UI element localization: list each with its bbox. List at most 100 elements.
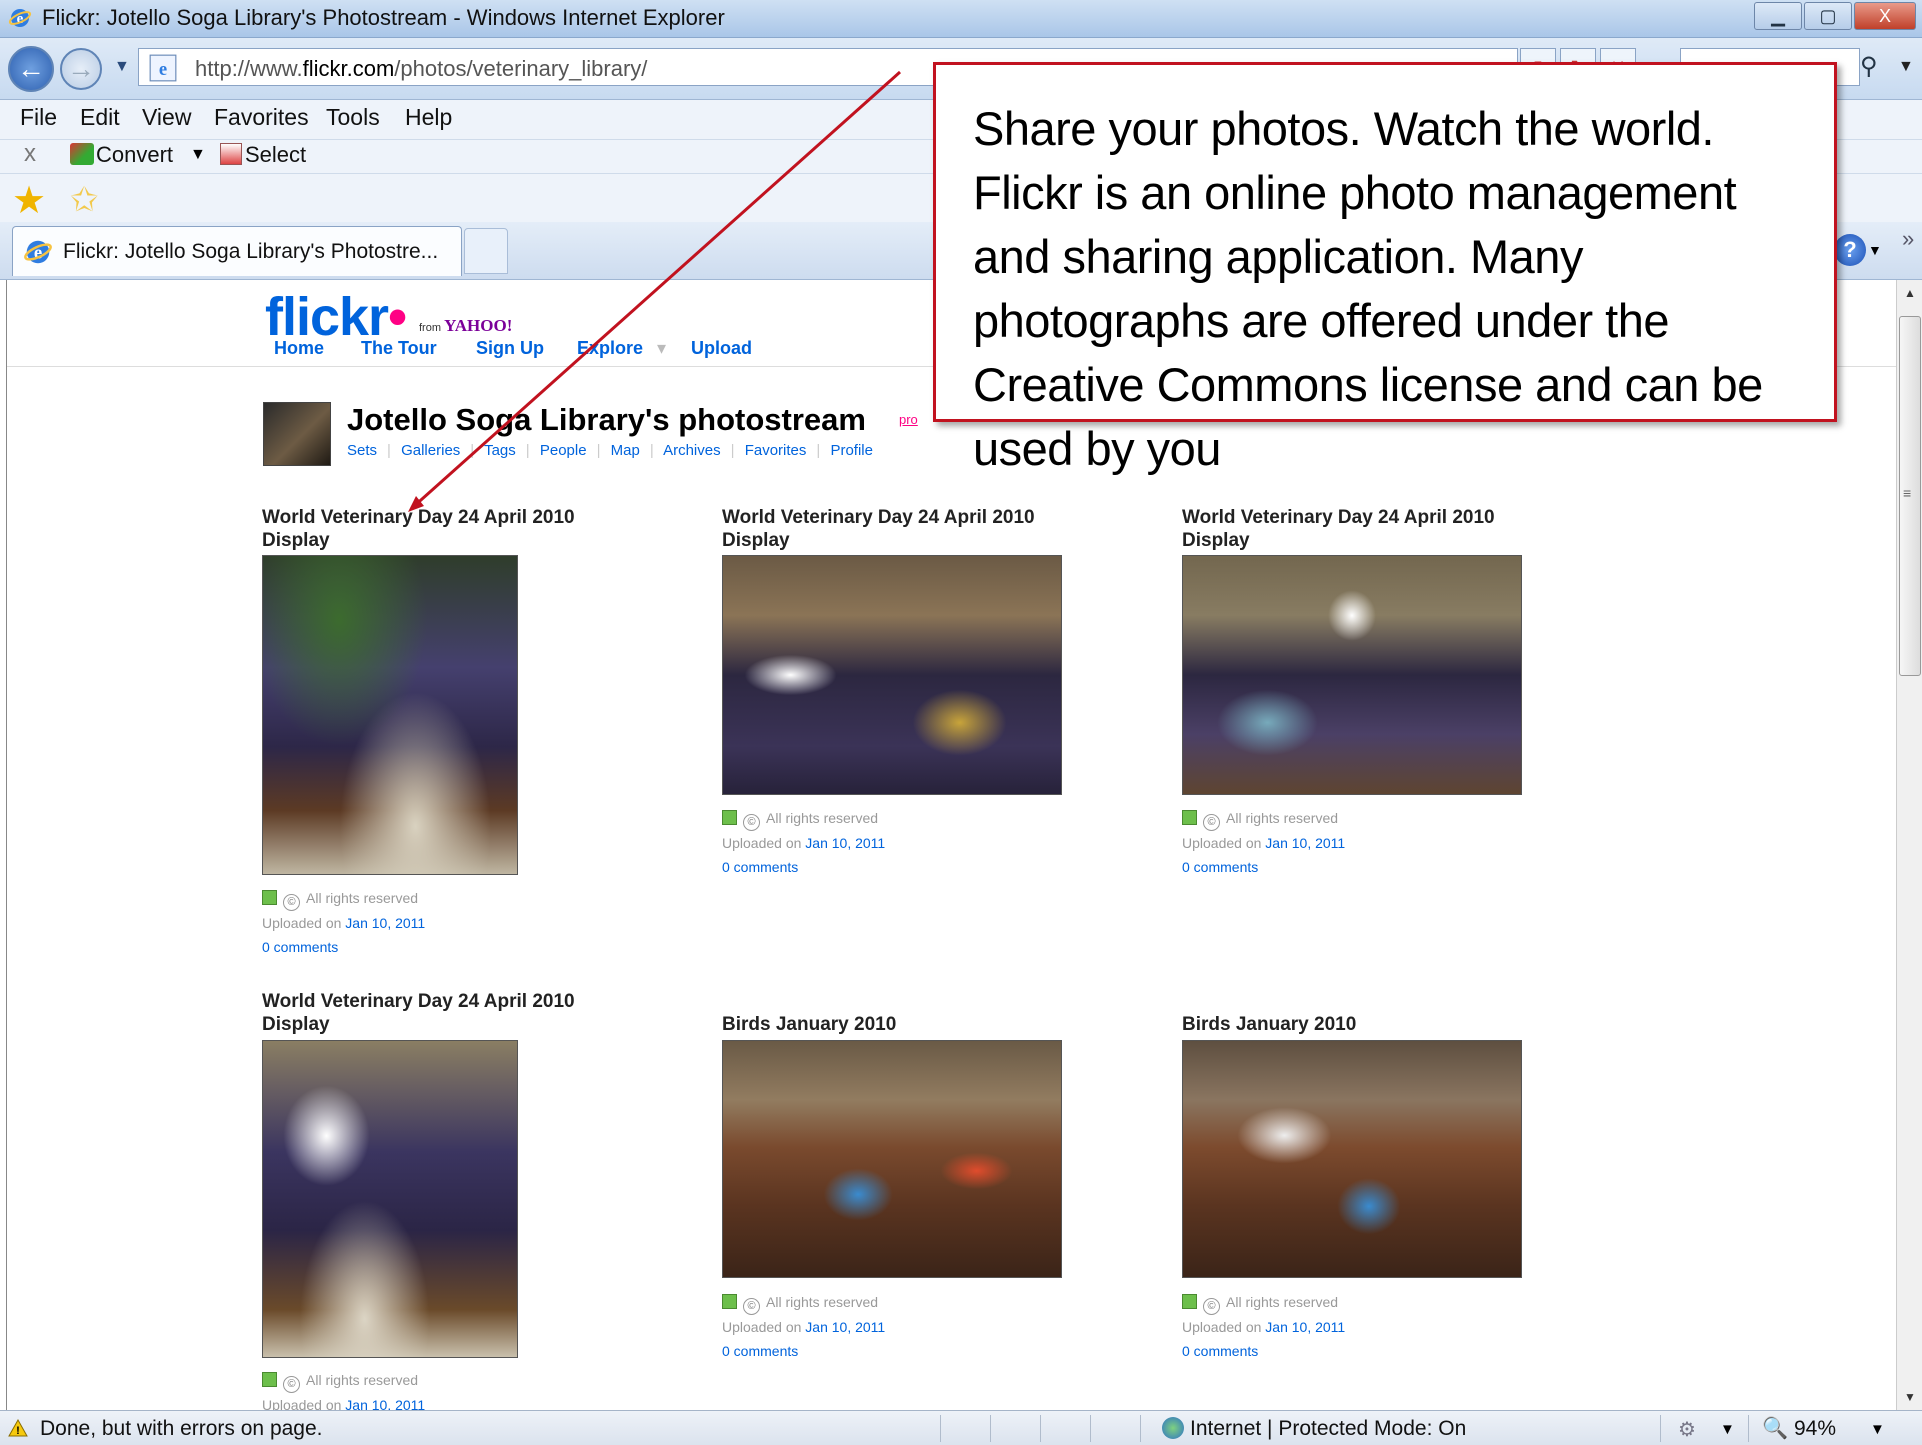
photo-thumbnail[interactable] <box>722 1040 1062 1278</box>
explore-dropdown-icon[interactable]: ▾ <box>657 338 666 359</box>
protected-mode-icon[interactable]: ⚙ <box>1678 1417 1696 1442</box>
photo-thumbnail[interactable] <box>722 555 1062 795</box>
photo-title[interactable]: World Veterinary Day 24 April 2010 Displa… <box>722 506 1035 552</box>
photo-meta: © All rights reserved Uploaded on Jan 10,… <box>1182 806 1345 879</box>
vertical-scrollbar[interactable]: ▲ ≡ ▼ <box>1896 280 1922 1410</box>
tab-label: Flickr: Jotello Soga Library's Photostre… <box>63 240 439 263</box>
status-square-icon <box>262 890 277 905</box>
subnav-sets[interactable]: Sets <box>347 442 377 459</box>
svg-text:!: ! <box>16 1425 20 1437</box>
status-square-icon <box>1182 1294 1197 1309</box>
subnav-tags[interactable]: Tags <box>484 442 516 459</box>
avatar[interactable] <box>263 402 331 466</box>
subnav-galleries[interactable]: Galleries <box>401 442 460 459</box>
scroll-up-icon[interactable]: ▲ <box>1897 280 1922 306</box>
convert-icon <box>70 143 94 165</box>
comments-link[interactable]: 0 comments <box>262 935 425 959</box>
help-icon[interactable]: ? <box>1834 234 1866 266</box>
upload-date-link[interactable]: Jan 10, 2011 <box>805 1319 885 1335</box>
convert-dropdown-icon[interactable]: ▼ <box>190 146 206 164</box>
subnav-profile[interactable]: Profile <box>830 442 873 459</box>
nav-home[interactable]: Home <box>274 338 324 359</box>
scroll-down-icon[interactable]: ▼ <box>1897 1384 1922 1410</box>
nav-the-tour[interactable]: The Tour <box>361 338 437 359</box>
menu-view[interactable]: View <box>142 104 191 131</box>
photo-thumbnail[interactable] <box>1182 1040 1522 1278</box>
nav-sign-up[interactable]: Sign Up <box>476 338 544 359</box>
select-button[interactable]: Select <box>220 142 306 168</box>
close-button[interactable]: X <box>1854 2 1916 30</box>
photo-title[interactable]: World Veterinary Day 24 April 2010 Displa… <box>1182 506 1495 552</box>
upload-date-link[interactable]: Jan 10, 2011 <box>1265 835 1345 851</box>
scroll-grip-icon: ≡ <box>1903 485 1912 501</box>
subnav-map[interactable]: Map <box>611 442 640 459</box>
status-divider <box>1660 1415 1661 1442</box>
comments-link[interactable]: 0 comments <box>1182 1339 1345 1363</box>
photo-title[interactable]: Birds January 2010 <box>1182 1013 1356 1036</box>
help-dropdown-icon[interactable]: ▼ <box>1868 242 1882 258</box>
upload-date-link[interactable]: Jan 10, 2011 <box>345 915 425 931</box>
subnav-people[interactable]: People <box>540 442 587 459</box>
upload-date-link[interactable]: Jan 10, 2011 <box>345 1397 425 1410</box>
menu-tools[interactable]: Tools <box>326 104 380 131</box>
photo-title[interactable]: Birds January 2010 <box>722 1013 896 1036</box>
photo-thumbnail[interactable] <box>262 555 518 875</box>
search-dropdown-icon[interactable]: ▼ <box>1898 58 1914 76</box>
status-divider <box>1748 1415 1749 1442</box>
status-square-icon <box>1182 810 1197 825</box>
comments-link[interactable]: 0 comments <box>722 1339 885 1363</box>
photo-thumbnail[interactable] <box>1182 555 1522 795</box>
comments-link[interactable]: 0 comments <box>722 855 885 879</box>
tab-flickr[interactable]: e Flickr: Jotello Soga Library's Photost… <box>12 226 462 276</box>
pro-badge[interactable]: pro <box>899 412 918 427</box>
convert-label: Convert <box>96 142 174 167</box>
zoom-icon: 🔍 <box>1762 1417 1789 1440</box>
convert-button[interactable]: Convert <box>70 142 173 168</box>
subnav-archives[interactable]: Archives <box>663 442 721 459</box>
zoom-dropdown-icon[interactable]: ▼ <box>1870 1421 1885 1438</box>
status-square-icon <box>722 1294 737 1309</box>
maximize-button[interactable]: ▢ <box>1804 2 1852 30</box>
forward-arrow-icon: → <box>67 53 95 84</box>
chevron-more-icon[interactable]: » <box>1902 226 1914 252</box>
back-arrow-icon: ← <box>17 53 45 84</box>
add-favorite-icon[interactable]: ✩ <box>70 180 99 220</box>
minimize-button[interactable]: ▁ <box>1754 2 1802 30</box>
photo-title[interactable]: World Veterinary Day 24 April 2010 Displa… <box>262 990 575 1036</box>
nav-explore[interactable]: Explore <box>577 338 643 359</box>
upload-date-link[interactable]: Jan 10, 2011 <box>805 835 885 851</box>
photo-thumbnail[interactable] <box>262 1040 518 1358</box>
convert-bar-close-button[interactable]: x <box>24 140 36 168</box>
menu-favorites[interactable]: Favorites <box>214 104 309 131</box>
nav-upload[interactable]: Upload <box>691 338 752 359</box>
page-title: Jotello Soga Library's photostream <box>347 402 866 437</box>
subnav-favorites[interactable]: Favorites <box>745 442 807 459</box>
menu-help[interactable]: Help <box>405 104 452 131</box>
menu-edit[interactable]: Edit <box>80 104 120 131</box>
window-title: Flickr: Jotello Soga Library's Photostre… <box>42 5 725 30</box>
new-tab-button[interactable] <box>464 228 508 274</box>
status-text: Done, but with errors on page. <box>40 1417 323 1440</box>
comments-link[interactable]: 0 comments <box>1182 855 1345 879</box>
status-divider <box>1040 1415 1041 1442</box>
photo-title[interactable]: World Veterinary Day 24 April 2010 Displa… <box>262 506 575 552</box>
copyright-icon: © <box>743 1298 760 1315</box>
upload-date-link[interactable]: Jan 10, 2011 <box>1265 1319 1345 1335</box>
security-zone[interactable]: Internet | Protected Mode: On <box>1162 1417 1466 1441</box>
copyright-icon: © <box>1203 1298 1220 1315</box>
protected-mode-dropdown-icon[interactable]: ▼ <box>1720 1421 1735 1438</box>
zoom-level[interactable]: 🔍 94% <box>1762 1417 1836 1441</box>
search-icon[interactable]: ⚲ <box>1860 52 1878 81</box>
warning-icon[interactable]: ! <box>8 1419 28 1437</box>
photo-meta: © All rights reserved Uploaded on Jan 10,… <box>262 1368 425 1410</box>
favorites-star-icon[interactable]: ★ <box>12 178 46 223</box>
photo-meta: © All rights reserved Uploaded on Jan 10,… <box>1182 1290 1345 1363</box>
browser-window: e Flickr: Jotello Soga Library's Photost… <box>0 0 1922 1445</box>
title-bar: e Flickr: Jotello Soga Library's Photost… <box>0 0 1922 38</box>
back-button[interactable]: ← <box>8 46 54 92</box>
copyright-icon: © <box>283 1376 300 1393</box>
status-divider <box>940 1415 941 1442</box>
forward-button[interactable]: → <box>60 48 102 90</box>
history-dropdown-icon[interactable]: ▼ <box>114 58 130 76</box>
menu-file[interactable]: File <box>20 104 57 131</box>
